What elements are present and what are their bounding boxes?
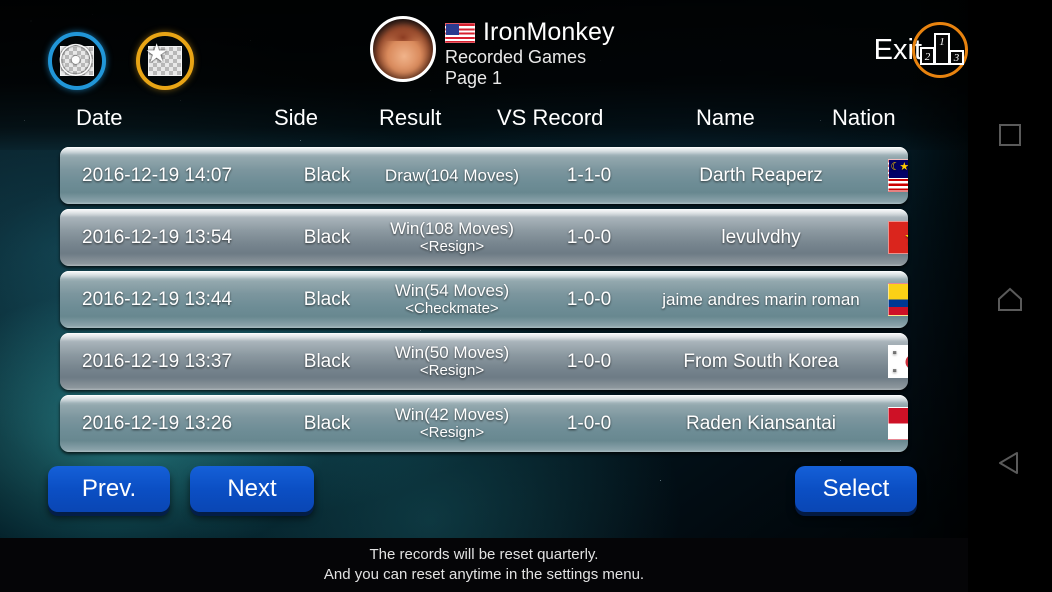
flag-vn-icon xyxy=(888,221,909,254)
result-main: Win(108 Moves) xyxy=(390,220,514,238)
result-main: Win(50 Moves) xyxy=(395,344,509,362)
cell-name: Raden Kiansantai xyxy=(646,395,876,452)
user-flag-icon xyxy=(445,23,475,43)
cell-date: 2016-12-19 13:26 xyxy=(70,395,282,452)
column-header-name: Name xyxy=(696,105,755,131)
cell-nation xyxy=(878,395,908,452)
result-sub: <Resign> xyxy=(420,238,484,255)
footer-line-2: And you can reset anytime in the setting… xyxy=(324,565,644,585)
podium-icon: 2 1 3 xyxy=(912,22,968,78)
page-subtitle: Recorded Games xyxy=(445,47,615,68)
cell-name: Darth Reaperz xyxy=(646,147,876,204)
result-sub: <Checkmate> xyxy=(405,300,498,317)
cell-nation: ≡≡≡≡ xyxy=(878,333,908,390)
cell-date: 2016-12-19 13:54 xyxy=(70,209,282,266)
prev-button[interactable]: Prev. xyxy=(48,466,170,512)
cell-side: Black xyxy=(282,271,372,328)
cell-name: jaime andres marin roman xyxy=(646,271,876,328)
cell-result: Win(54 Moves) <Checkmate> xyxy=(372,271,532,328)
select-button[interactable]: Select xyxy=(795,466,917,512)
flag-id-icon xyxy=(888,407,909,440)
opponent-name: levulvdhy xyxy=(721,227,800,249)
avatar[interactable] xyxy=(370,16,436,82)
cell-vs-record: 1-1-0 xyxy=(532,147,646,204)
column-header-side: Side xyxy=(274,105,318,131)
column-header-date: Date xyxy=(76,105,122,131)
column-header-result: Result xyxy=(379,105,441,131)
podium-second: 2 xyxy=(920,47,935,65)
cell-vs-record: 1-0-0 xyxy=(532,209,646,266)
result-main: Draw(104 Moves) xyxy=(385,167,519,185)
flag-co-icon xyxy=(888,283,909,316)
flag-kr-icon: ≡≡≡≡ xyxy=(888,345,909,378)
star-checker-icon xyxy=(148,46,182,76)
profile-header[interactable]: IronMonkey Recorded Games Page 1 xyxy=(370,16,615,89)
online-mode-button[interactable]: ☉ xyxy=(48,32,106,90)
cell-nation xyxy=(878,147,908,204)
cell-date: 2016-12-19 13:37 xyxy=(70,333,282,390)
column-headers: Date Side Result VS Record Name Nation xyxy=(0,105,968,139)
globe-checker-icon xyxy=(60,46,94,76)
cell-date: 2016-12-19 13:44 xyxy=(70,271,282,328)
page-number: Page 1 xyxy=(445,68,615,89)
username-row: IronMonkey xyxy=(445,18,615,47)
next-button[interactable]: Next xyxy=(190,466,314,512)
cell-name: levulvdhy xyxy=(646,209,876,266)
cell-result: Win(108 Moves) <Resign> xyxy=(372,209,532,266)
podium-third: 3 xyxy=(949,50,964,65)
column-header-vs: VS Record xyxy=(497,105,603,131)
screen: ☉ ★ IronMonkey Recorded Games Page 1 Exi… xyxy=(0,0,1052,592)
cell-result: Win(42 Moves) <Resign> xyxy=(372,395,532,452)
opponent-name: Darth Reaperz xyxy=(699,165,823,187)
opponent-name: From South Korea xyxy=(683,351,838,373)
footer-line-1: The records will be reset quarterly. xyxy=(370,545,599,565)
result-main: Win(54 Moves) xyxy=(395,282,509,300)
local-mode-button[interactable]: ★ xyxy=(136,32,194,90)
opponent-name: Raden Kiansantai xyxy=(686,413,836,435)
cell-vs-record: 1-0-0 xyxy=(532,395,646,452)
footer-note: The records will be reset quarterly. And… xyxy=(0,538,968,592)
cell-nation xyxy=(878,271,908,328)
opponent-name: jaime andres marin roman xyxy=(662,290,859,309)
cell-nation xyxy=(878,209,908,266)
column-header-nation: Nation xyxy=(832,105,896,131)
table-row[interactable]: 2016-12-19 13:44 Black Win(54 Moves) <Check… xyxy=(60,271,908,328)
cell-result: Win(50 Moves) <Resign> xyxy=(372,333,532,390)
home-icon[interactable] xyxy=(993,282,1027,316)
cell-vs-record: 1-0-0 xyxy=(532,333,646,390)
cell-side: Black xyxy=(282,395,372,452)
cell-side: Black xyxy=(282,333,372,390)
cell-name: From South Korea xyxy=(646,333,876,390)
flag-my-icon xyxy=(888,159,909,192)
cell-side: Black xyxy=(282,209,372,266)
exit-button[interactable]: Exit 2 1 3 xyxy=(874,22,968,78)
cell-date: 2016-12-19 14:07 xyxy=(70,147,282,204)
username: IronMonkey xyxy=(483,18,615,47)
result-sub: <Resign> xyxy=(420,424,484,441)
recent-apps-icon[interactable] xyxy=(993,118,1027,152)
profile-text: IronMonkey Recorded Games Page 1 xyxy=(445,16,615,89)
cell-vs-record: 1-0-0 xyxy=(532,271,646,328)
android-navbar xyxy=(968,0,1052,592)
result-sub: <Resign> xyxy=(420,362,484,379)
cell-side: Black xyxy=(282,147,372,204)
table-row[interactable]: 2016-12-19 13:37 Black Win(50 Moves) <Resig… xyxy=(60,333,908,390)
recorded-games-list: 2016-12-19 14:07 Black Draw(104 Moves) 1-1-… xyxy=(60,147,908,457)
cell-result: Draw(104 Moves) xyxy=(372,147,532,204)
podium-first: 1 xyxy=(934,33,950,65)
table-row[interactable]: 2016-12-19 14:07 Black Draw(104 Moves) 1-1-… xyxy=(60,147,908,204)
table-row[interactable]: 2016-12-19 13:26 Black Win(42 Moves) <Resig… xyxy=(60,395,908,452)
result-main: Win(42 Moves) xyxy=(395,406,509,424)
table-row[interactable]: 2016-12-19 13:54 Black Win(108 Moves) <Resi… xyxy=(60,209,908,266)
back-icon[interactable] xyxy=(993,446,1027,480)
